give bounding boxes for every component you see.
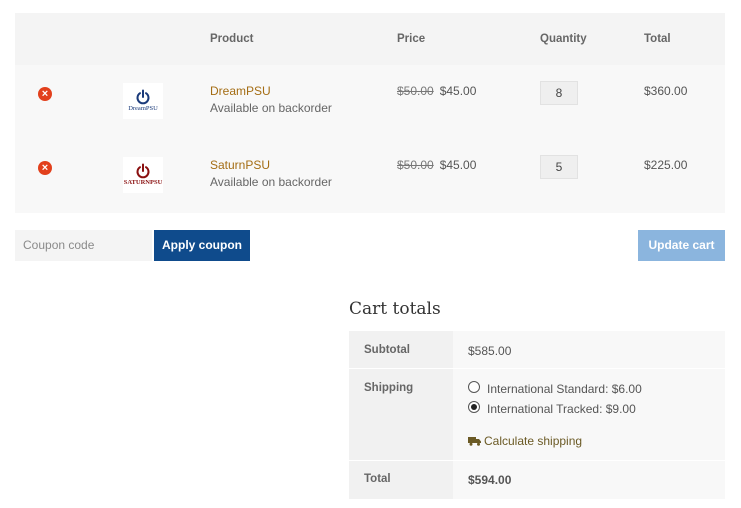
product-thumbnail[interactable]: SATURNPSU <box>123 157 163 193</box>
total-label: Total <box>364 473 391 485</box>
quantity-input[interactable]: 5 <box>540 155 578 179</box>
stock-status: Available on backorder <box>210 101 332 115</box>
total-value: $594.00 <box>468 473 512 487</box>
update-cart-button[interactable]: Update cart <box>638 230 725 261</box>
cart-table: Product Price Quantity Total × DreamPSU … <box>15 13 725 213</box>
thumbnail-brand: DreamPSU <box>128 105 158 112</box>
shipping-label: Shipping <box>364 382 414 394</box>
calculate-shipping-link[interactable]: Calculate shipping <box>468 434 582 448</box>
quantity-input[interactable]: 8 <box>540 81 578 105</box>
original-price: $50.00 <box>397 158 434 172</box>
header-price: Price <box>397 33 426 45</box>
subtotal-label: Subtotal <box>364 344 410 356</box>
sale-price: $45.00 <box>439 158 477 172</box>
product-thumbnail[interactable]: DreamPSU <box>123 83 163 119</box>
cart-table-header: Product Price Quantity Total <box>15 13 725 65</box>
truck-icon <box>468 437 481 446</box>
product-price: $50.00 $45.00 <box>397 84 476 98</box>
cart-item-row: × SATURNPSU SaturnPSU Available on backo… <box>15 139 725 213</box>
subtotal-value: $585.00 <box>468 344 512 358</box>
shipping-option-label[interactable]: International Standard: $6.00 <box>487 382 642 396</box>
cart-totals-heading: Cart totals <box>349 299 441 319</box>
shipping-radio-standard[interactable] <box>468 381 480 393</box>
sale-price: $45.00 <box>439 84 477 98</box>
shipping-radio-tracked[interactable] <box>468 401 480 413</box>
thumbnail-brand: SATURNPSU <box>123 179 163 186</box>
stock-status: Available on backorder <box>210 175 332 189</box>
power-icon <box>136 163 150 179</box>
line-total: $225.00 <box>644 158 688 172</box>
shipping-option-label[interactable]: International Tracked: $9.00 <box>487 402 636 416</box>
original-price: $50.00 <box>397 84 434 98</box>
header-product: Product <box>210 33 254 45</box>
remove-item-icon[interactable]: × <box>38 161 52 175</box>
calculate-shipping-label: Calculate shipping <box>484 434 583 448</box>
line-total: $360.00 <box>644 84 688 98</box>
power-icon <box>136 89 150 105</box>
cart-item-row: × DreamPSU DreamPSU Available on backord… <box>15 65 725 139</box>
product-name-link[interactable]: DreamPSU <box>210 84 271 98</box>
apply-coupon-button[interactable]: Apply coupon <box>154 230 250 261</box>
remove-item-icon[interactable]: × <box>38 87 52 101</box>
product-price: $50.00 $45.00 <box>397 158 476 172</box>
header-quantity: Quantity <box>540 33 587 45</box>
cart-totals-table: Subtotal $585.00 Shipping International … <box>349 331 725 499</box>
product-name-link[interactable]: SaturnPSU <box>210 158 270 172</box>
coupon-code-input[interactable]: Coupon code <box>15 230 152 261</box>
header-total: Total <box>644 33 671 45</box>
